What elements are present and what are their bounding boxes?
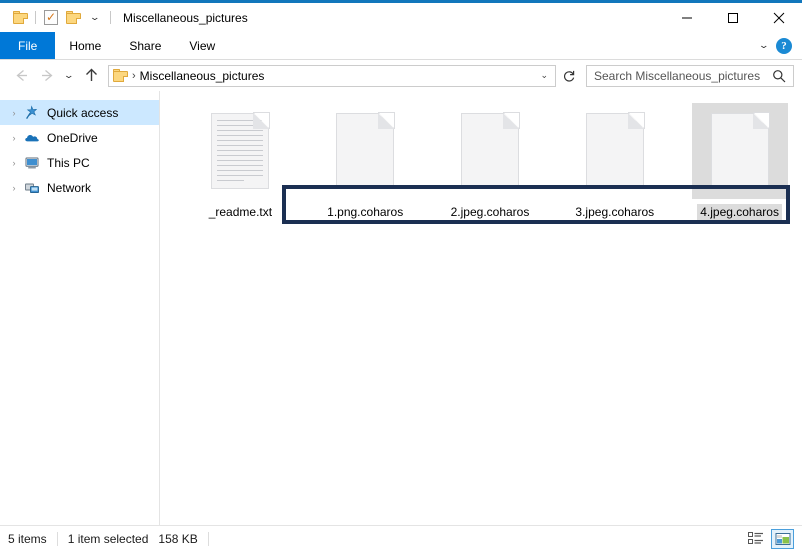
ribbon-tab-bar: File Home Share View ⌄ ? bbox=[0, 32, 802, 60]
maximize-button[interactable] bbox=[710, 3, 756, 32]
address-bar[interactable]: › Miscellaneous_pictures ⌄ bbox=[108, 64, 556, 87]
quick-access-toolbar: ✓ ⌄ bbox=[0, 7, 115, 29]
file-icon-wrapper bbox=[691, 103, 788, 199]
sidebar-item-onedrive[interactable]: › OneDrive bbox=[0, 125, 159, 150]
status-divider-2 bbox=[207, 531, 209, 546]
file-item-3-jpeg-coharos[interactable]: 3.jpeg.coharos bbox=[552, 99, 677, 220]
folder-icon bbox=[12, 11, 28, 24]
qat-properties-button[interactable]: ✓ bbox=[40, 7, 62, 29]
network-icon bbox=[22, 180, 42, 196]
generic-document-icon bbox=[336, 112, 396, 189]
file-name: 4.jpeg.coharos bbox=[697, 204, 782, 220]
file-item-2-jpeg-coharos[interactable]: 2.jpeg.coharos bbox=[428, 99, 553, 220]
qat-customize-button[interactable]: ⌄ bbox=[84, 7, 106, 29]
title-bar: ✓ ⌄ Miscellaneous_pictures bbox=[0, 3, 802, 32]
recent-locations-button[interactable]: ⌄ bbox=[60, 63, 78, 89]
file-icon-wrapper bbox=[317, 103, 413, 199]
view-mode-buttons bbox=[744, 528, 794, 549]
status-selection: 1 item selected bbox=[67, 531, 149, 546]
status-item-count: 5 items bbox=[8, 531, 47, 546]
qat-divider-1 bbox=[35, 11, 36, 24]
ribbon-right-controls: ⌄ ? bbox=[759, 32, 798, 59]
address-bar-row: ⌄ › Miscellaneous_pictures ⌄ bbox=[0, 60, 802, 91]
status-divider-1 bbox=[56, 531, 58, 546]
monitor-icon bbox=[22, 155, 42, 171]
sidebar-item-label: This PC bbox=[47, 155, 90, 170]
chevron-right-icon[interactable]: › bbox=[6, 133, 22, 143]
breadcrumb-current-folder[interactable]: Miscellaneous_pictures bbox=[140, 69, 265, 83]
sidebar-item-label: Network bbox=[47, 180, 92, 195]
minimize-button[interactable] bbox=[664, 3, 710, 32]
file-item-readme[interactable]: _readme.txt bbox=[178, 99, 303, 220]
window-title: Miscellaneous_pictures bbox=[123, 10, 248, 25]
generic-document-icon bbox=[460, 112, 520, 189]
generic-document-icon bbox=[710, 112, 770, 189]
tab-home[interactable]: Home bbox=[55, 32, 115, 59]
breadcrumb-separator: › bbox=[132, 69, 136, 82]
file-name: 1.png.coharos bbox=[327, 205, 404, 219]
file-icon-wrapper bbox=[192, 103, 288, 199]
sidebar-item-label: OneDrive bbox=[47, 130, 98, 145]
folder-icon bbox=[65, 11, 81, 24]
chevron-right-icon[interactable]: › bbox=[6, 108, 22, 118]
close-button[interactable] bbox=[756, 3, 802, 32]
search-input[interactable] bbox=[587, 67, 770, 84]
details-view-button[interactable] bbox=[744, 529, 767, 549]
file-tiles: _readme.txt 1.png.coharos 2.jpeg.coharos… bbox=[160, 91, 802, 220]
file-name: 2.jpeg.coharos bbox=[450, 205, 530, 219]
back-button[interactable] bbox=[8, 63, 34, 89]
forward-button[interactable] bbox=[34, 63, 60, 89]
large-icons-view-button[interactable] bbox=[771, 528, 794, 549]
status-size: 158 KB bbox=[158, 531, 198, 546]
tab-share[interactable]: Share bbox=[115, 32, 175, 59]
search-box[interactable] bbox=[586, 64, 794, 87]
sidebar-item-network[interactable]: › Network bbox=[0, 175, 159, 200]
help-icon[interactable]: ? bbox=[776, 37, 792, 54]
window-controls bbox=[664, 3, 802, 32]
file-list-pane[interactable]: _readme.txt 1.png.coharos 2.jpeg.coharos… bbox=[160, 91, 802, 525]
collapse-ribbon-icon[interactable]: ⌄ bbox=[759, 41, 770, 50]
explorer-body: › Quick access › OneDrive › This PC › Ne… bbox=[0, 91, 802, 525]
file-item-1-png-coharos[interactable]: 1.png.coharos bbox=[303, 99, 428, 220]
sidebar-item-this-pc[interactable]: › This PC bbox=[0, 150, 159, 175]
star-pin-icon bbox=[22, 104, 42, 121]
chevron-right-icon[interactable]: › bbox=[6, 183, 22, 193]
properties-checklist-icon: ✓ bbox=[44, 10, 58, 25]
cloud-icon bbox=[22, 130, 42, 146]
generic-document-icon bbox=[585, 112, 645, 189]
refresh-button[interactable] bbox=[557, 64, 581, 88]
chevron-down-icon: ⌄ bbox=[89, 12, 101, 22]
file-icon-wrapper bbox=[567, 103, 663, 199]
file-icon-wrapper bbox=[442, 103, 538, 199]
chevron-right-icon[interactable]: › bbox=[6, 158, 22, 168]
navigation-pane: › Quick access › OneDrive › This PC › Ne… bbox=[0, 91, 160, 525]
sidebar-item-label: Quick access bbox=[47, 105, 119, 120]
sidebar-item-quick-access[interactable]: › Quick access bbox=[0, 100, 159, 125]
status-bar: 5 items 1 item selected 158 KB bbox=[0, 525, 802, 551]
qat-folder-icon-button[interactable] bbox=[9, 7, 31, 29]
file-explorer-window: ✓ ⌄ Miscellaneous_pictures File Home Sha… bbox=[0, 0, 802, 551]
text-document-icon bbox=[211, 112, 271, 189]
address-history-chevron-icon[interactable]: ⌄ bbox=[533, 70, 555, 81]
file-name: 3.jpeg.coharos bbox=[575, 205, 655, 219]
folder-icon bbox=[113, 69, 128, 82]
tab-view[interactable]: View bbox=[175, 32, 229, 59]
file-name: _readme.txt bbox=[208, 205, 273, 219]
file-item-4-jpeg-coharos[interactable]: 4.jpeg.coharos bbox=[677, 99, 802, 220]
up-button[interactable] bbox=[78, 63, 104, 89]
search-icon[interactable] bbox=[770, 69, 793, 83]
qat-new-folder-button[interactable] bbox=[62, 7, 84, 29]
tab-file[interactable]: File bbox=[0, 32, 56, 59]
chevron-down-icon: ⌄ bbox=[63, 70, 75, 80]
qat-divider-2 bbox=[110, 11, 111, 24]
